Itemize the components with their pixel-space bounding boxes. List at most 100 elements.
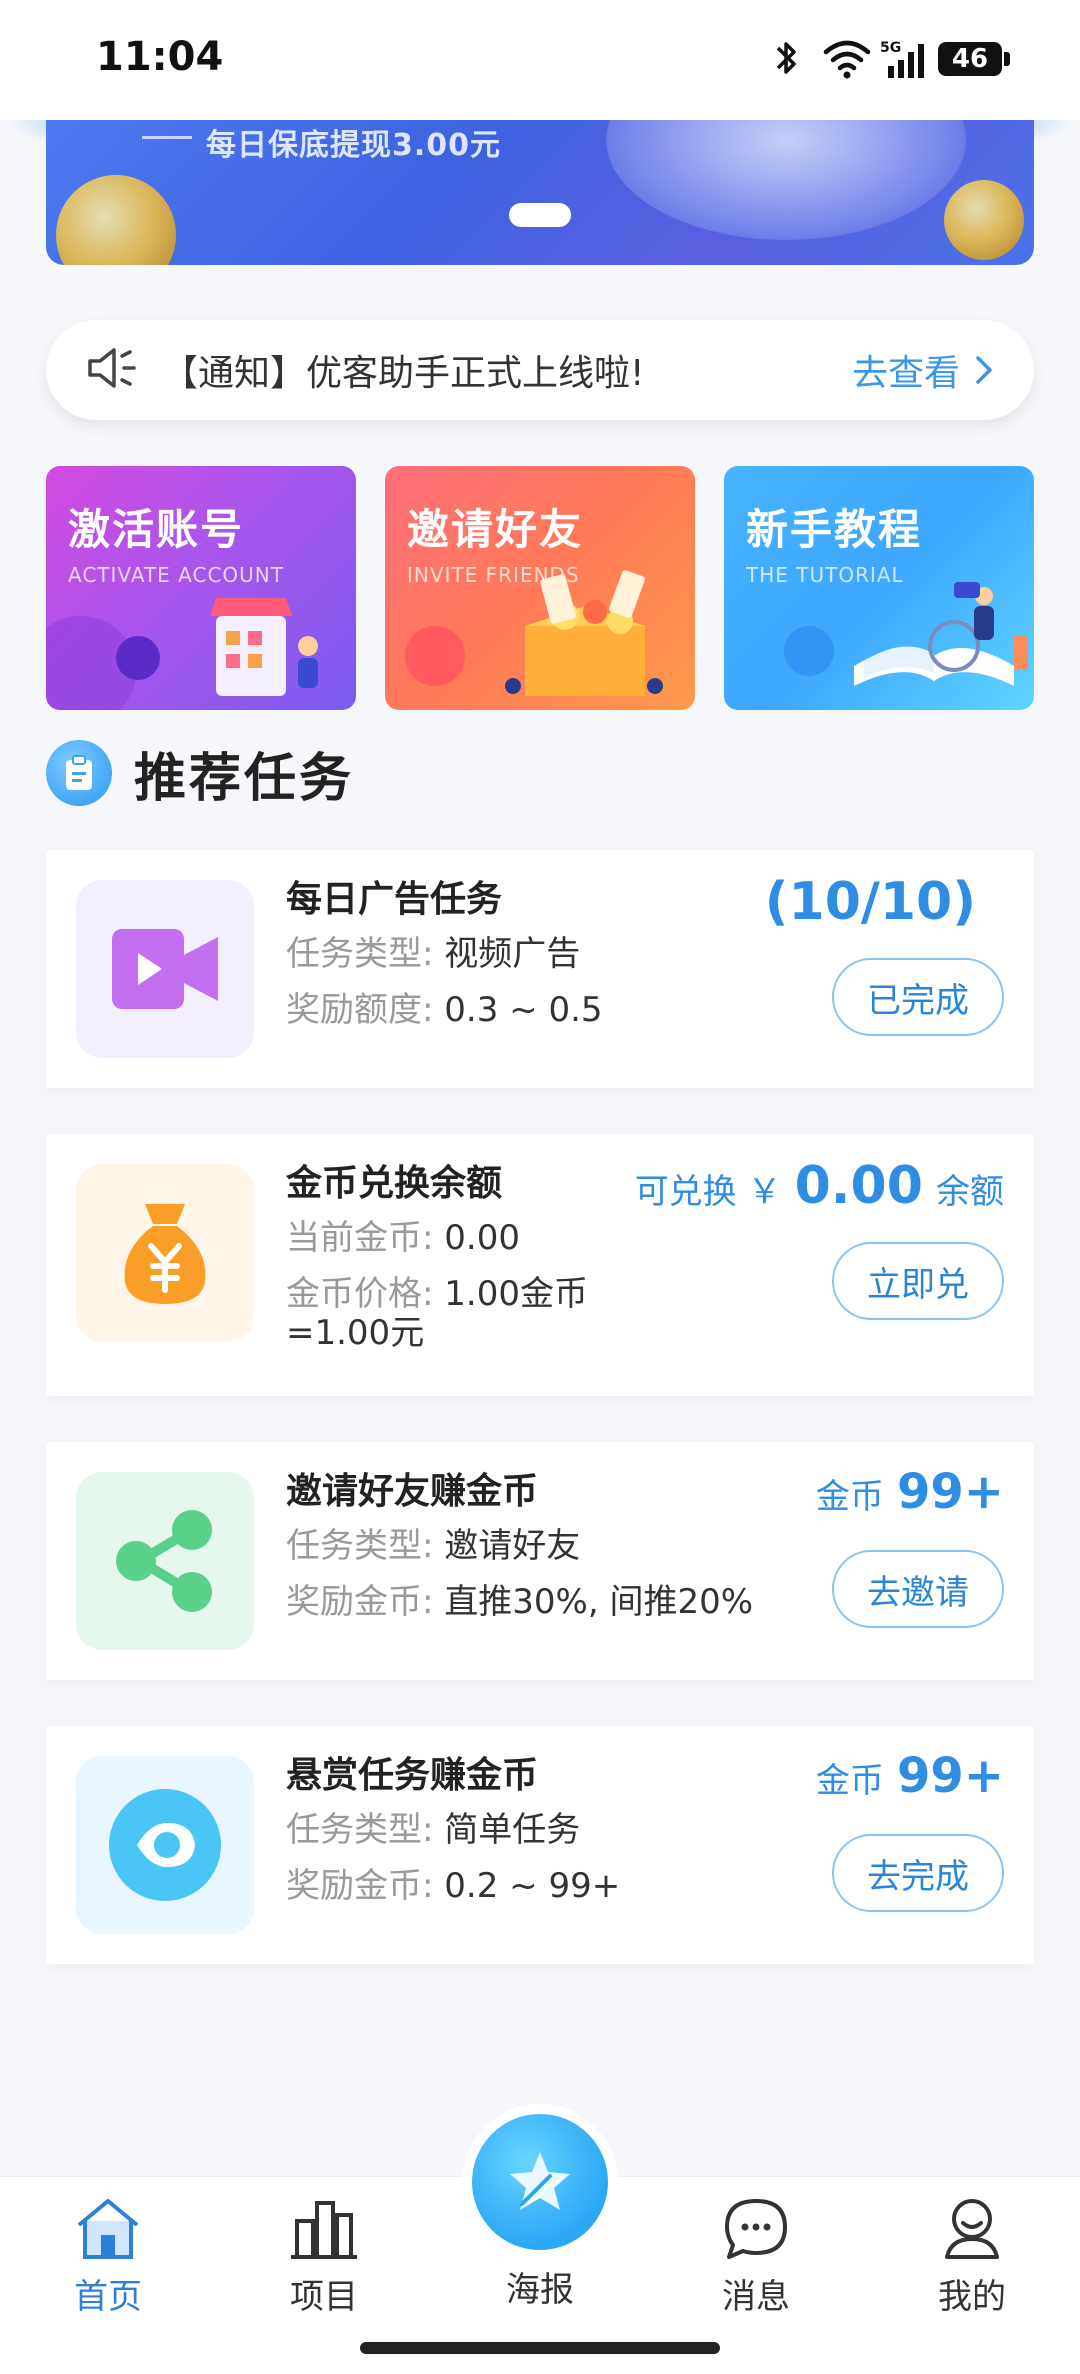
task-info: 邀请好友赚金币 任务类型: 邀请好友 奖励金币: 直推30%, 间推20%	[286, 1466, 753, 1630]
nav-label: 首页	[74, 2277, 142, 2317]
coin-reward: 金币 99+	[816, 1464, 1004, 1520]
eye-target-icon	[109, 1789, 221, 1901]
banner-decoration	[142, 136, 192, 139]
invite-friends-card[interactable]: 邀请好友 INVITE FRIENDS	[385, 466, 695, 710]
promo-banner[interactable]: 每日保底提现3.00元	[46, 120, 1034, 265]
task-icon-container	[76, 1164, 254, 1342]
coin-label: 金币	[815, 1477, 884, 1517]
battery-icon: 46	[938, 42, 1010, 76]
task-reward-row: 奖励金币: 直推30%, 间推20%	[286, 1574, 753, 1630]
task-progress-count: (10/10)	[764, 872, 976, 932]
carousel-indicator[interactable]	[509, 203, 571, 227]
task-type-label: 任务类型:	[286, 1810, 434, 1850]
task-reward-value: 0.2 ~ 99+	[444, 1866, 621, 1906]
money-bag-icon	[124, 1204, 206, 1304]
task-title: 悬赏任务赚金币	[286, 1755, 539, 1796]
task-card-daily-ad[interactable]: 每日广告任务 任务类型: 视频广告 奖励额度: 0.3 ~ 0.5 (10/10…	[46, 850, 1034, 1088]
task-type-label: 任务类型:	[286, 1526, 434, 1566]
quick-actions: 激活账号 ACTIVATE ACCOUNT 邀请好友 INVITE FRIEND…	[46, 466, 1034, 710]
nav-label: 消息	[722, 2277, 790, 2317]
poster-center-button[interactable]	[472, 2114, 608, 2250]
notice-bar[interactable]: 【通知】优客助手正式上线啦! 去查看	[46, 320, 1034, 420]
cellular-signal-icon: 5G	[880, 38, 924, 80]
task-title: 金币兑换余额	[286, 1163, 503, 1204]
completed-button[interactable]: 已完成	[832, 958, 1004, 1036]
chat-bubble-icon	[725, 2199, 787, 2259]
task-card-invite-friends[interactable]: 邀请好友赚金币 任务类型: 邀请好友 奖励金币: 直推30%, 间推20% 金币…	[46, 1442, 1034, 1680]
svg-text:5G: 5G	[880, 40, 901, 56]
coin-price-rate: =1.00元	[286, 1313, 425, 1353]
coin-graphic	[56, 175, 176, 265]
task-type-row: 任务类型: 简单任务	[286, 1802, 620, 1858]
nav-item-mine[interactable]: 我的	[912, 2195, 1032, 2318]
coin-value: 99+	[896, 1464, 1004, 1520]
share-icon	[116, 1510, 212, 1612]
task-icon-container	[76, 1472, 254, 1650]
gift-box-illustration	[505, 570, 663, 696]
notice-text: 【通知】优客助手正式上线啦!	[162, 353, 645, 394]
exchange-amount-value: 0.00	[794, 1156, 923, 1216]
coin-label: 金币	[815, 1761, 884, 1801]
nav-item-messages[interactable]: 消息	[696, 2195, 816, 2318]
current-coins-value: 0.00	[444, 1218, 520, 1258]
card-title: 激活账号	[68, 505, 245, 554]
section-header: 推荐任务	[46, 738, 355, 809]
nav-item-home[interactable]: 首页	[48, 2195, 168, 2318]
task-reward-label: 奖励额度:	[286, 990, 434, 1030]
card-title: 新手教程	[746, 505, 923, 554]
task-reward-label: 奖励金币:	[286, 1582, 434, 1622]
coin-price-value: 1.00金币	[444, 1274, 588, 1314]
task-reward-value: 直推30%, 间推20%	[444, 1582, 754, 1622]
banner-text: 每日保底提现3.00元	[206, 128, 502, 163]
task-reward-label: 奖励金币:	[286, 1866, 434, 1906]
coin-reward: 金币 99+	[816, 1748, 1004, 1804]
status-bar: 11:04 5G 46	[0, 0, 1080, 120]
decoration-circle	[405, 626, 465, 686]
task-reward-row: 奖励金币: 0.2 ~ 99+	[286, 1858, 620, 1914]
coin-graphic	[944, 180, 1024, 260]
status-time: 11:04	[96, 34, 224, 80]
exchange-now-button[interactable]: 立即兑	[832, 1242, 1004, 1320]
current-coins-label: 当前金币:	[286, 1218, 434, 1258]
building-icon	[291, 2201, 357, 2259]
task-icon-container	[76, 1756, 254, 1934]
nav-label-poster[interactable]: 海报	[440, 2262, 640, 2311]
decoration-circle	[784, 626, 834, 676]
invite-button[interactable]: 去邀请	[832, 1550, 1004, 1628]
activate-account-card[interactable]: 激活账号 ACTIVATE ACCOUNT	[46, 466, 356, 710]
nav-item-projects[interactable]: 项目	[264, 2195, 384, 2318]
speaker-icon	[84, 344, 140, 396]
banner-disc-graphic	[606, 120, 966, 240]
card-title: 邀请好友	[407, 505, 584, 554]
clipboard-icon	[46, 740, 112, 806]
task-reward-value: 0.3 ~ 0.5	[444, 990, 603, 1030]
star-wand-icon	[510, 2152, 570, 2210]
storefront-illustration	[210, 598, 318, 696]
task-card-coin-exchange[interactable]: 金币兑换余额 当前金币: 0.00 金币价格: 1.00金币 =1.00元 可兑…	[46, 1134, 1034, 1396]
home-icon	[77, 2199, 139, 2259]
task-reward-row: 奖励额度: 0.3 ~ 0.5	[286, 982, 603, 1038]
notice-view-link[interactable]: 去查看	[852, 344, 994, 396]
wifi-icon	[822, 38, 871, 80]
complete-task-button[interactable]: 去完成	[832, 1834, 1004, 1912]
chevron-right-icon	[976, 356, 992, 384]
decoration-circle	[116, 636, 160, 680]
nav-label: 项目	[290, 2277, 358, 2317]
exchange-prefix: 可兑换 ￥	[634, 1172, 782, 1212]
task-info: 每日广告任务 任务类型: 视频广告 奖励额度: 0.3 ~ 0.5	[286, 874, 603, 1038]
task-card-bounty[interactable]: 悬赏任务赚金币 任务类型: 简单任务 奖励金币: 0.2 ~ 99+ 金币 99…	[46, 1726, 1034, 1964]
task-type-value: 视频广告	[444, 934, 581, 974]
task-title: 邀请好友赚金币	[286, 1471, 539, 1512]
section-title: 推荐任务	[134, 748, 355, 809]
task-type-value: 简单任务	[444, 1810, 581, 1850]
home-indicator[interactable]	[360, 2342, 720, 2354]
task-type-label: 任务类型:	[286, 934, 434, 974]
task-icon-container	[76, 880, 254, 1058]
tutorial-card[interactable]: 新手教程 THE TUTORIAL	[724, 466, 1034, 710]
task-title: 每日广告任务	[286, 879, 503, 920]
open-book-illustration	[854, 582, 1028, 686]
coin-value: 99+	[896, 1748, 1004, 1804]
current-coins-row: 当前金币: 0.00	[286, 1210, 588, 1266]
user-profile-icon	[945, 2199, 999, 2259]
video-camera-icon	[112, 929, 218, 1009]
